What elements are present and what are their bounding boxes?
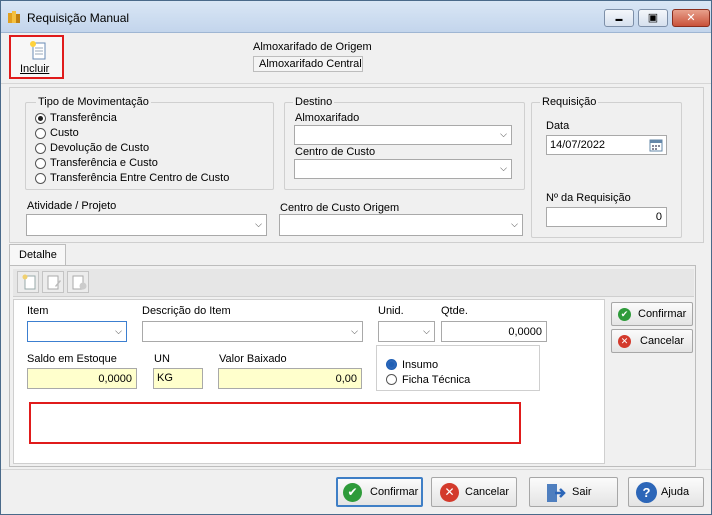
maximize-icon: ▣ (647, 12, 659, 24)
chevron-down-icon: ⌵ (423, 325, 430, 336)
num-requisicao-label: Nº da Requisição (546, 192, 631, 204)
calendar-icon[interactable] (649, 138, 663, 152)
almoxarifado-label: Almoxarifado (295, 112, 360, 124)
radio-transferencia-custo-label: Transferência e Custo (50, 157, 158, 169)
divider (1, 83, 711, 84)
chevron-down-icon: ⌵ (511, 218, 518, 229)
edit-document-icon (47, 275, 61, 290)
minimize-icon: ▬ (615, 16, 623, 23)
cancelar-button[interactable]: ✕ Cancelar (431, 477, 517, 507)
new-document-icon (22, 274, 36, 290)
almox-origem-value: Almoxarifado Central (253, 56, 363, 72)
cancel-icon: ✕ (440, 483, 459, 502)
chevron-down-icon: ⌵ (500, 128, 507, 139)
radio-custo[interactable] (35, 128, 46, 139)
sair-button[interactable]: Sair (529, 477, 618, 507)
radio-ficha-tecnica[interactable] (386, 374, 397, 385)
centro-custo-label: Centro de Custo (295, 146, 376, 158)
cc-origem-select[interactable]: ⌵ (279, 214, 523, 236)
requisicao-legend: Requisição (540, 96, 599, 108)
item-select[interactable]: ⌵ (27, 321, 127, 342)
detalhe-cancelar-button[interactable]: ✕ Cancelar (611, 329, 693, 353)
radio-devolucao-custo[interactable] (35, 143, 46, 154)
help-icon: ? (636, 482, 657, 503)
valor-baixado-field: 0,00 (218, 368, 362, 389)
requisicao-window: Requisição Manual ▬ ▣ ✕ Incluir Almoxari… (0, 0, 712, 515)
detalhe-confirmar-button[interactable]: ✔ Confirmar (611, 302, 693, 326)
minimize-button[interactable]: ▬ (604, 9, 634, 27)
check-icon: ✔ (343, 483, 362, 502)
destino-legend: Destino (293, 96, 335, 108)
chevron-down-icon: ⌵ (255, 218, 262, 229)
window-title: Requisição Manual (27, 11, 130, 25)
radio-devolucao-custo-label: Devolução de Custo (50, 142, 150, 154)
radio-transferencia-cc[interactable] (35, 173, 46, 184)
delete-document-icon (72, 275, 87, 290)
un-field: KG (153, 368, 203, 389)
unid-label: Unid. (378, 305, 404, 317)
data-label: Data (546, 120, 570, 132)
radio-transferencia-label: Transferência (50, 112, 117, 124)
almoxarifado-select[interactable]: ⌵ (294, 125, 512, 145)
check-icon: ✔ (618, 308, 631, 321)
footer-divider (1, 469, 711, 470)
cc-origem-label: Centro de Custo Origem (280, 202, 400, 214)
edit-item-button[interactable] (42, 271, 64, 293)
new-document-icon (30, 41, 46, 60)
chevron-down-icon: ⌵ (115, 325, 122, 336)
descricao-select[interactable]: ⌵ (142, 321, 363, 342)
radio-ficha-tecnica-label: Ficha Técnica (402, 374, 471, 386)
cancel-icon: ✕ (618, 335, 631, 348)
centro-custo-select[interactable]: ⌵ (294, 159, 512, 179)
exit-icon (547, 484, 566, 502)
radio-insumo-label: Insumo (402, 359, 439, 371)
un-label: UN (154, 353, 170, 365)
qtde-field[interactable]: 0,0000 (441, 321, 547, 342)
saldo-label: Saldo em Estoque (27, 353, 117, 365)
incluir-label: Incluir (20, 63, 50, 75)
valor-baixado-label: Valor Baixado (219, 353, 287, 365)
close-button[interactable]: ✕ (672, 9, 710, 27)
qtde-label: Qtde. (441, 305, 468, 317)
descricao-label: Descrição do Item (142, 305, 231, 317)
add-item-button[interactable] (17, 271, 39, 293)
app-icon (8, 11, 20, 23)
atividade-select[interactable]: ⌵ (26, 214, 267, 236)
detalhe-toolbar (13, 269, 694, 297)
item-label: Item (27, 305, 49, 317)
tab-detalhe[interactable]: Detalhe (9, 244, 66, 266)
radio-transferencia-cc-label: Transferência Entre Centro de Custo (50, 172, 230, 184)
chevron-down-icon: ⌵ (351, 325, 358, 336)
confirmar-button[interactable]: ✔ Confirmar (336, 477, 423, 507)
ajuda-button[interactable]: ? Ajuda (628, 477, 704, 507)
atividade-label: Atividade / Projeto (27, 200, 117, 212)
maximize-button[interactable]: ▣ (638, 9, 668, 27)
title-bar: Requisição Manual ▬ ▣ ✕ (1, 1, 711, 33)
data-field[interactable]: 14/07/2022 (546, 135, 667, 155)
highlight-box (29, 402, 521, 444)
close-icon: ✕ (686, 12, 696, 24)
unid-select[interactable]: ⌵ (378, 321, 435, 342)
almox-origem-label: Almoxarifado de Origem (253, 41, 372, 53)
radio-transferencia[interactable] (35, 113, 46, 124)
tipo-movimentacao-legend: Tipo de Movimentação (36, 96, 151, 108)
saldo-field: 0,0000 (27, 368, 137, 389)
radio-custo-label: Custo (50, 127, 79, 139)
delete-item-button[interactable] (67, 271, 89, 293)
num-requisicao-field[interactable]: 0 (546, 207, 667, 227)
radio-transferencia-custo[interactable] (35, 158, 46, 169)
radio-insumo[interactable] (386, 359, 397, 370)
incluir-button[interactable]: Incluir (9, 35, 64, 79)
chevron-down-icon: ⌵ (500, 162, 507, 173)
